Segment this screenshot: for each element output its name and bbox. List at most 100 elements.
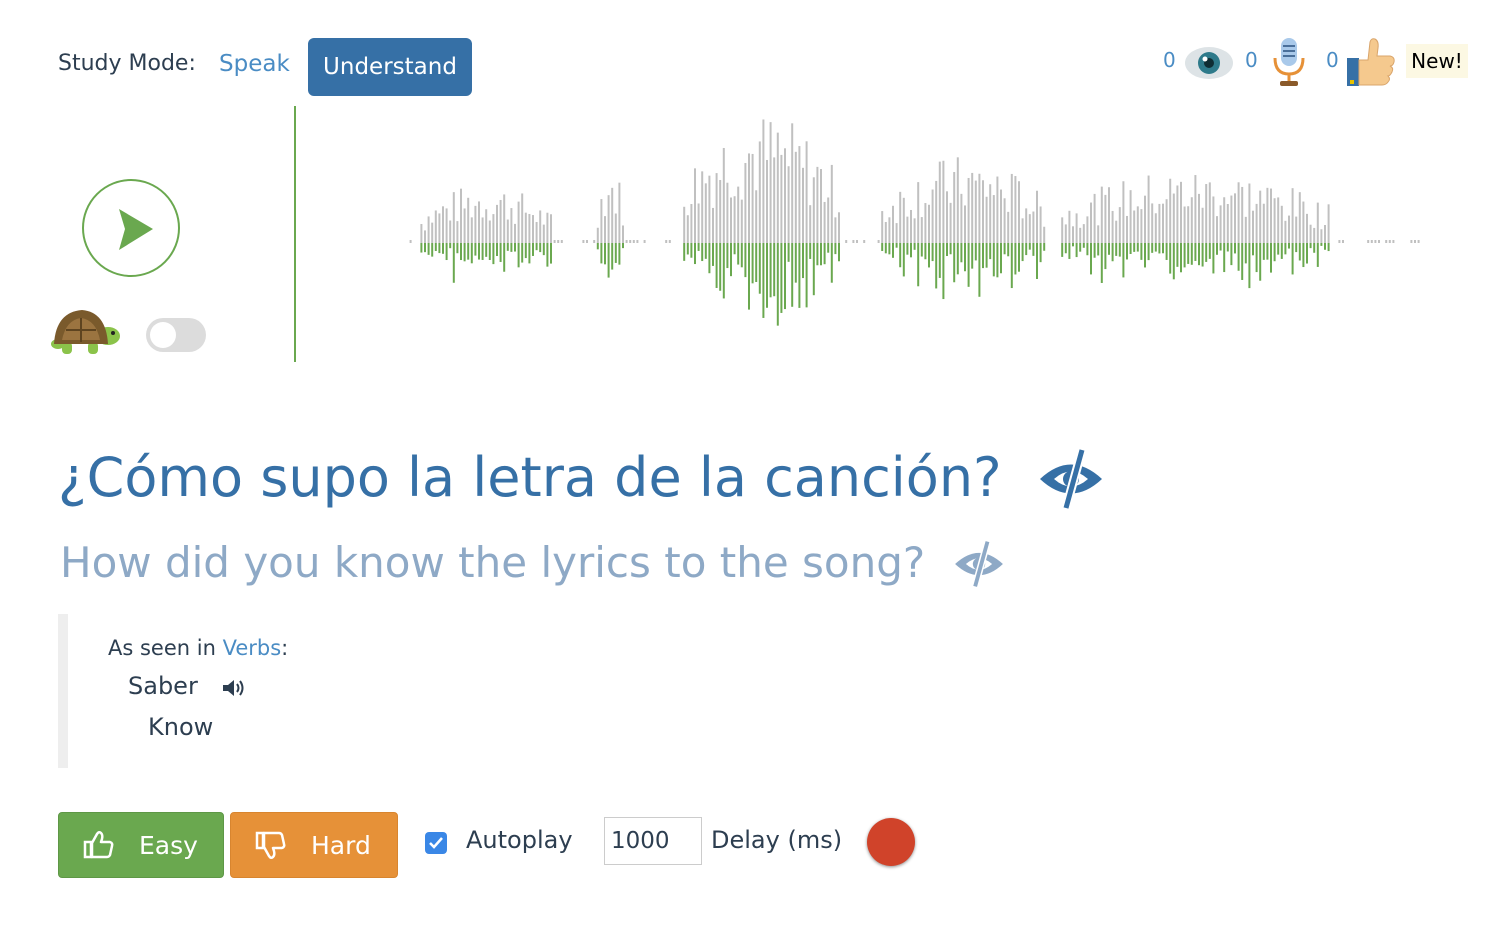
waveform-bar-top [744, 162, 747, 243]
waveform-bar-top [1036, 190, 1038, 243]
understand-mode-button[interactable]: Understand [308, 38, 472, 96]
waveform-bar-bottom [542, 243, 545, 256]
waveform-bar-bottom [719, 243, 722, 291]
play-button[interactable] [82, 179, 180, 277]
waveform-bar-top [989, 184, 992, 243]
waveform-bar-top [1093, 193, 1096, 243]
waveform-bar-bottom [424, 243, 426, 253]
speaker-icon[interactable] [222, 678, 246, 698]
waveform-bar-bottom [1241, 243, 1244, 280]
easy-button[interactable]: Easy [58, 812, 224, 878]
waveform-bar-bottom [535, 243, 538, 251]
waveform-bar-top [1252, 210, 1254, 243]
slow-mode-toggle[interactable] [146, 318, 206, 352]
waveform-bar-top [478, 201, 480, 243]
waveform-bar-top [1262, 203, 1265, 243]
waveform-bar-top [1118, 207, 1121, 243]
waveform-bar-top [1180, 181, 1182, 243]
waveform-bar-bottom [830, 243, 833, 283]
waveform-bar-bottom [816, 243, 819, 266]
waveform-bar-top [971, 172, 974, 243]
waveform-bar-bottom [769, 243, 772, 298]
waveform-bar-top [974, 180, 977, 243]
waveform-bar-bottom [715, 243, 718, 288]
audio-waveform[interactable] [400, 100, 1430, 365]
waveform-bar-top [535, 221, 538, 243]
waveform-bar-top [816, 166, 819, 243]
waveform-bar-bottom [1302, 243, 1305, 268]
waveform-bar-bottom [460, 243, 462, 261]
waveform-bar-bottom [506, 243, 509, 251]
waveform-bar-top [456, 221, 459, 243]
waveform-bar-bottom [798, 243, 801, 308]
delay-input[interactable] [604, 817, 702, 865]
waveform-bar-bottom [1266, 243, 1269, 260]
waveform-bar-bottom [1010, 243, 1013, 289]
waveform-bar-bottom [1036, 243, 1038, 279]
waveform-bar-bottom [528, 243, 531, 264]
waveform-bar-top [712, 207, 714, 243]
waveform-bar-top [1237, 182, 1240, 243]
waveform-bar-top [460, 188, 462, 243]
hide-english-eye-slash-icon[interactable] [952, 540, 1006, 588]
waveform-bar-top [1021, 218, 1024, 243]
waveform-bar-top [611, 187, 614, 243]
waveform-bar-top [1122, 181, 1125, 243]
microphone-icon [1273, 38, 1305, 86]
verbs-link[interactable]: Verbs [223, 636, 282, 660]
waveform-bar-top [1241, 186, 1244, 243]
waveform-bar-top [604, 216, 606, 243]
waveform-bar-top [938, 161, 941, 243]
delay-label: Delay (ms) [711, 826, 843, 854]
waveform-bar-top [740, 199, 743, 243]
hide-spanish-eye-slash-icon[interactable] [1036, 448, 1106, 510]
waveform-bar-bottom [812, 243, 815, 296]
waveform-bar-bottom [974, 243, 977, 261]
waveform-bar-bottom [751, 243, 754, 284]
waveform-bar-top [949, 202, 952, 243]
waveform-bar-top [1158, 203, 1161, 243]
thumbs-down-icon [255, 831, 286, 860]
waveform-bar-top [622, 225, 624, 243]
waveform-bar-top [690, 204, 693, 243]
waveform-bar-top [625, 240, 628, 243]
waveform-bar-bottom [881, 243, 884, 252]
waveform-bar-top [1320, 229, 1323, 243]
waveform-bar-bottom [928, 243, 930, 268]
waveform-bar-top [618, 182, 621, 243]
waveform-bar-top [420, 224, 423, 243]
speak-mode-link[interactable]: Speak [219, 51, 290, 77]
waveform-bar-top [1385, 240, 1388, 243]
waveform-bar-top [751, 153, 754, 243]
waveform-bar-top [812, 177, 815, 243]
waveform-bar-top [546, 212, 549, 243]
record-button[interactable] [867, 818, 915, 866]
waveform-bar-bottom [834, 243, 837, 255]
waveform-bar-bottom [910, 243, 912, 258]
waveform-bar-bottom [776, 243, 779, 326]
waveform-bar-top [1010, 173, 1013, 243]
waveform-bar-bottom [1154, 243, 1157, 252]
waveform-bar-top [1162, 203, 1164, 243]
waveform-bar-top [1313, 227, 1316, 243]
waveform-bar-bottom [521, 243, 524, 263]
waveform-bar-top [748, 153, 750, 243]
waveform-bar-top [449, 220, 452, 243]
waveform-bar-top [1198, 193, 1200, 243]
waveform-bar-top [467, 197, 470, 243]
waveform-bar-bottom [1104, 243, 1107, 270]
waveform-bar-bottom [1003, 243, 1006, 255]
hard-button[interactable]: Hard [230, 812, 398, 878]
waveform-bar-bottom [514, 243, 516, 252]
waveform-bar-bottom [762, 243, 765, 318]
seen-in-text: As seen in Verbs: [108, 636, 288, 660]
waveform-bar-top [773, 157, 776, 243]
waveform-bar-bottom [1187, 243, 1190, 264]
waveform-bar-top [1302, 201, 1305, 243]
autoplay-checkbox[interactable] [425, 832, 447, 854]
waveform-bar-bottom [1223, 243, 1226, 273]
waveform-bar-bottom [683, 243, 686, 261]
waveform-bar-top [1417, 240, 1420, 243]
waveform-bar-top [910, 209, 912, 243]
waveform-bar-bottom [1018, 243, 1020, 272]
